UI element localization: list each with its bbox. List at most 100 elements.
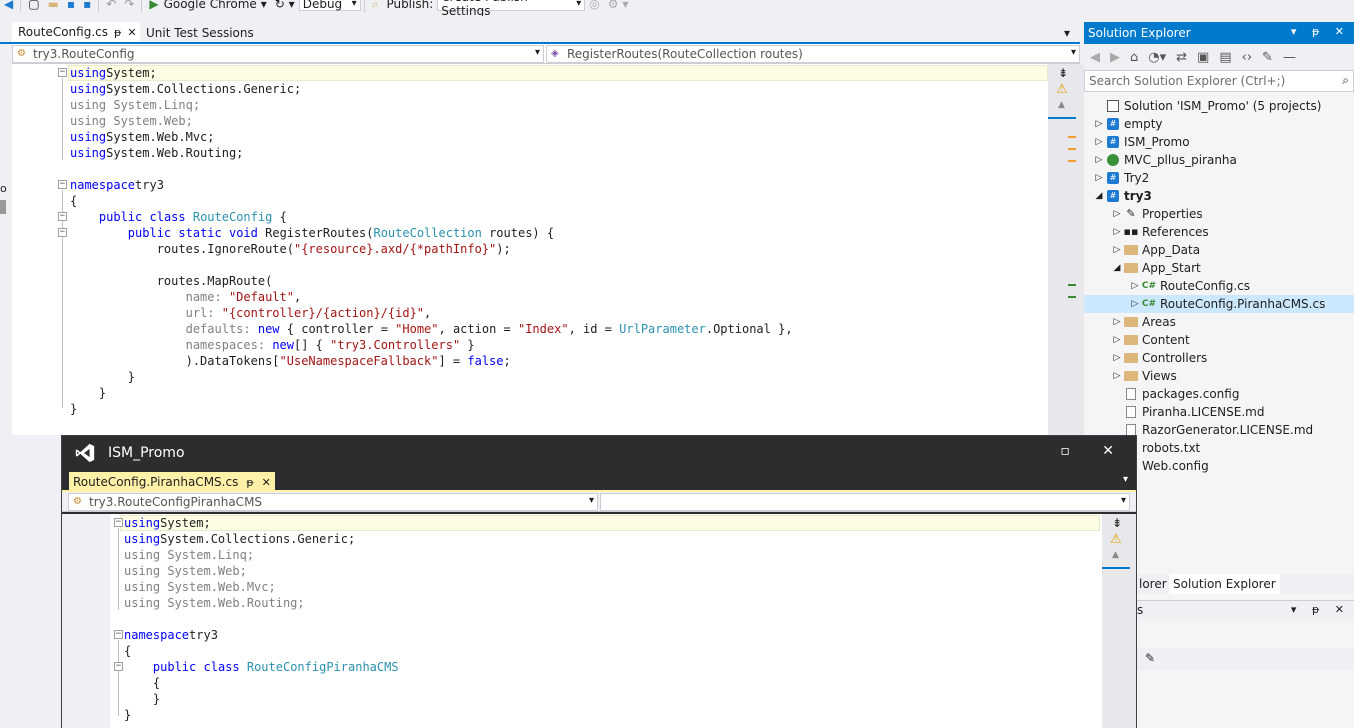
debug-back-icon[interactable]: ◀: [0, 0, 17, 11]
open-icon[interactable]: ▬: [44, 0, 63, 11]
collapsed-arrow-icon[interactable]: ▷: [1110, 313, 1124, 331]
code-line[interactable]: namespaces: new[] { "try3.Controllers" }: [70, 337, 475, 353]
tab-overflow-dropdown[interactable]: ▾: [1060, 22, 1080, 44]
fold-toggle[interactable]: −: [58, 68, 67, 77]
tree-node[interactable]: ▷ Areas: [1084, 313, 1354, 331]
code-line[interactable]: usingSystem;: [124, 515, 211, 531]
collapsed-arrow-icon[interactable]: ▷: [1092, 169, 1106, 187]
scroll-up-icon[interactable]: ▲: [1112, 550, 1119, 560]
pin-icon[interactable]: ᵽ: [246, 476, 253, 489]
code-line[interactable]: public static void RegisterRoutes(RouteC…: [70, 225, 554, 241]
undo-icon[interactable]: ↶: [102, 0, 120, 11]
code-line[interactable]: routes.MapRoute(: [70, 273, 273, 289]
tree-node[interactable]: ◢ App_Start: [1084, 259, 1354, 277]
solution-explorer-title-bar[interactable]: Solution Explorer ▾ ᵽ ✕: [1084, 22, 1354, 44]
left-dock-handle[interactable]: [0, 200, 6, 214]
tree-node[interactable]: ▷ # Try2: [1084, 169, 1354, 187]
find-icon[interactable]: ⌕: [368, 0, 383, 11]
code-line[interactable]: namespacetry3: [70, 177, 164, 193]
fold-toggle[interactable]: −: [114, 518, 123, 527]
code-line[interactable]: {: [124, 675, 160, 691]
fold-toggle[interactable]: −: [114, 630, 123, 639]
collapsed-arrow-icon[interactable]: ▷: [1092, 115, 1106, 133]
save-all-icon[interactable]: ▪: [79, 0, 95, 11]
scroll-up-icon[interactable]: ▲: [1058, 100, 1065, 110]
save-icon[interactable]: ▪: [63, 0, 79, 11]
tree-node[interactable]: ▷ MVC_pllus_piranha: [1084, 151, 1354, 169]
code-line[interactable]: using System.Linq;: [124, 547, 254, 563]
settings-icon[interactable]: ⚙ ▾: [604, 0, 633, 11]
view-code-icon[interactable]: ‹›: [1242, 50, 1252, 65]
tab-solution-explorer[interactable]: Solution Explorer: [1169, 574, 1280, 594]
code-line[interactable]: using System.Web;: [70, 113, 193, 129]
fold-toggle[interactable]: −: [58, 212, 67, 221]
code-line[interactable]: namespacetry3: [124, 627, 218, 643]
more-icon[interactable]: —: [1283, 50, 1296, 65]
floating-window-title-bar[interactable]: ISM_Promo ▫ ✕: [62, 436, 1136, 470]
home-icon[interactable]: ⌂: [1130, 50, 1138, 65]
code-line[interactable]: using System.Linq;: [70, 97, 200, 113]
code-line[interactable]: }: [70, 385, 106, 401]
collapse-all-icon[interactable]: ▣: [1197, 50, 1209, 65]
code-line[interactable]: name: "Default",: [70, 289, 302, 305]
code-line[interactable]: {: [70, 193, 77, 209]
code-line[interactable]: usingSystem.Collections.Generic;: [70, 81, 301, 97]
floating-window-controls[interactable]: ▫ ✕: [1060, 443, 1128, 459]
configuration-select[interactable]: Debug: [298, 0, 361, 11]
code-line[interactable]: ).DataTokens["UseNamespaceFallback"] = f…: [70, 353, 511, 369]
code-line[interactable]: using System.Web.Routing;: [124, 595, 305, 611]
fold-toggle[interactable]: −: [58, 180, 67, 189]
tree-node[interactable]: ▷ C# RouteConfig.cs: [1084, 277, 1354, 295]
refresh-icon[interactable]: ↻ ▾: [271, 0, 299, 11]
tree-node[interactable]: ▷ # empty: [1084, 115, 1354, 133]
main-vertical-scrollbar[interactable]: ⇟ ⚠ ▲: [1048, 64, 1084, 435]
member-navigation-combo[interactable]: [600, 493, 1130, 511]
tab-explorer-partial[interactable]: lorer: [1137, 574, 1169, 594]
split-handle-icon[interactable]: ⇟: [1112, 516, 1122, 530]
collapsed-arrow-icon[interactable]: ▷: [1110, 367, 1124, 385]
search-icon[interactable]: ⌕: [1342, 73, 1349, 88]
wrench-icon[interactable]: ✎: [1145, 651, 1155, 665]
expanded-arrow-icon[interactable]: ◢: [1110, 259, 1124, 277]
collapsed-arrow-icon[interactable]: ▷: [1092, 151, 1106, 169]
collapsed-arrow-icon[interactable]: ▷: [1092, 133, 1106, 151]
collapsed-arrow-icon[interactable]: ▷: [1110, 331, 1124, 349]
main-code-editor[interactable]: usingSystem; usingSystem.Collections.Gene…: [12, 64, 1084, 435]
collapsed-arrow-icon[interactable]: ▷: [1110, 241, 1124, 259]
solution-explorer-search-input[interactable]: Search Solution Explorer (Ctrl+;) ⌕: [1084, 70, 1354, 92]
properties-title-bar[interactable]: s ▾ ᵽ ✕: [1137, 600, 1354, 620]
tree-node[interactable]: Piranha.LICENSE.md: [1084, 403, 1354, 421]
close-icon[interactable]: ✕: [127, 26, 136, 39]
code-line[interactable]: url: "{controller}/{action}/{id}",: [70, 305, 432, 321]
member-navigation-combo[interactable]: ◈ RegisterRoutes(RouteCollection routes): [546, 45, 1080, 63]
collapsed-arrow-icon[interactable]: ▷: [1110, 205, 1124, 223]
split-handle-icon[interactable]: ⇟: [1058, 66, 1068, 80]
code-line[interactable]: usingSystem;: [70, 65, 157, 81]
code-line[interactable]: }: [70, 401, 77, 417]
start-debug-button[interactable]: ▶ Google Chrome ▾: [145, 0, 270, 11]
collapsed-arrow-icon[interactable]: ▷: [1110, 349, 1124, 367]
code-line[interactable]: using System.Web;: [124, 563, 247, 579]
code-line[interactable]: defaults: new { controller = "Home", act…: [70, 321, 793, 337]
tree-node[interactable]: ▷ ✎ Properties: [1084, 205, 1354, 223]
tab-routeconfig[interactable]: RouteConfig.cs ᵽ ✕: [12, 22, 140, 44]
panel-window-controls[interactable]: ▾ ᵽ ✕: [1291, 25, 1350, 38]
code-line[interactable]: public class RouteConfigPiranhaCMS: [124, 659, 399, 675]
fold-toggle[interactable]: −: [58, 228, 67, 237]
tab-unit-test-sessions[interactable]: Unit Test Sessions: [140, 22, 260, 44]
show-all-files-icon[interactable]: ▤: [1219, 50, 1231, 65]
publish-settings-select[interactable]: Create Publish Settings: [437, 0, 586, 16]
floating-vertical-scrollbar[interactable]: ⇟ ⚠ ▲: [1102, 514, 1136, 728]
redo-icon[interactable]: ↷: [120, 0, 138, 11]
tree-node[interactable]: ▷ Views: [1084, 367, 1354, 385]
forward-icon[interactable]: ▶: [1110, 50, 1120, 65]
code-line[interactable]: }: [70, 369, 135, 385]
collapsed-arrow-icon[interactable]: ▷: [1128, 295, 1142, 313]
panel-window-controls[interactable]: ▾ ᵽ ✕: [1291, 603, 1350, 616]
tree-node[interactable]: ▷ Content: [1084, 331, 1354, 349]
tree-node[interactable]: ▷ ▪▪ References: [1084, 223, 1354, 241]
close-icon[interactable]: ✕: [262, 476, 271, 489]
code-line[interactable]: {: [124, 643, 131, 659]
sync-icon[interactable]: ⇄: [1176, 50, 1187, 65]
expanded-arrow-icon[interactable]: ◢: [1092, 187, 1106, 205]
